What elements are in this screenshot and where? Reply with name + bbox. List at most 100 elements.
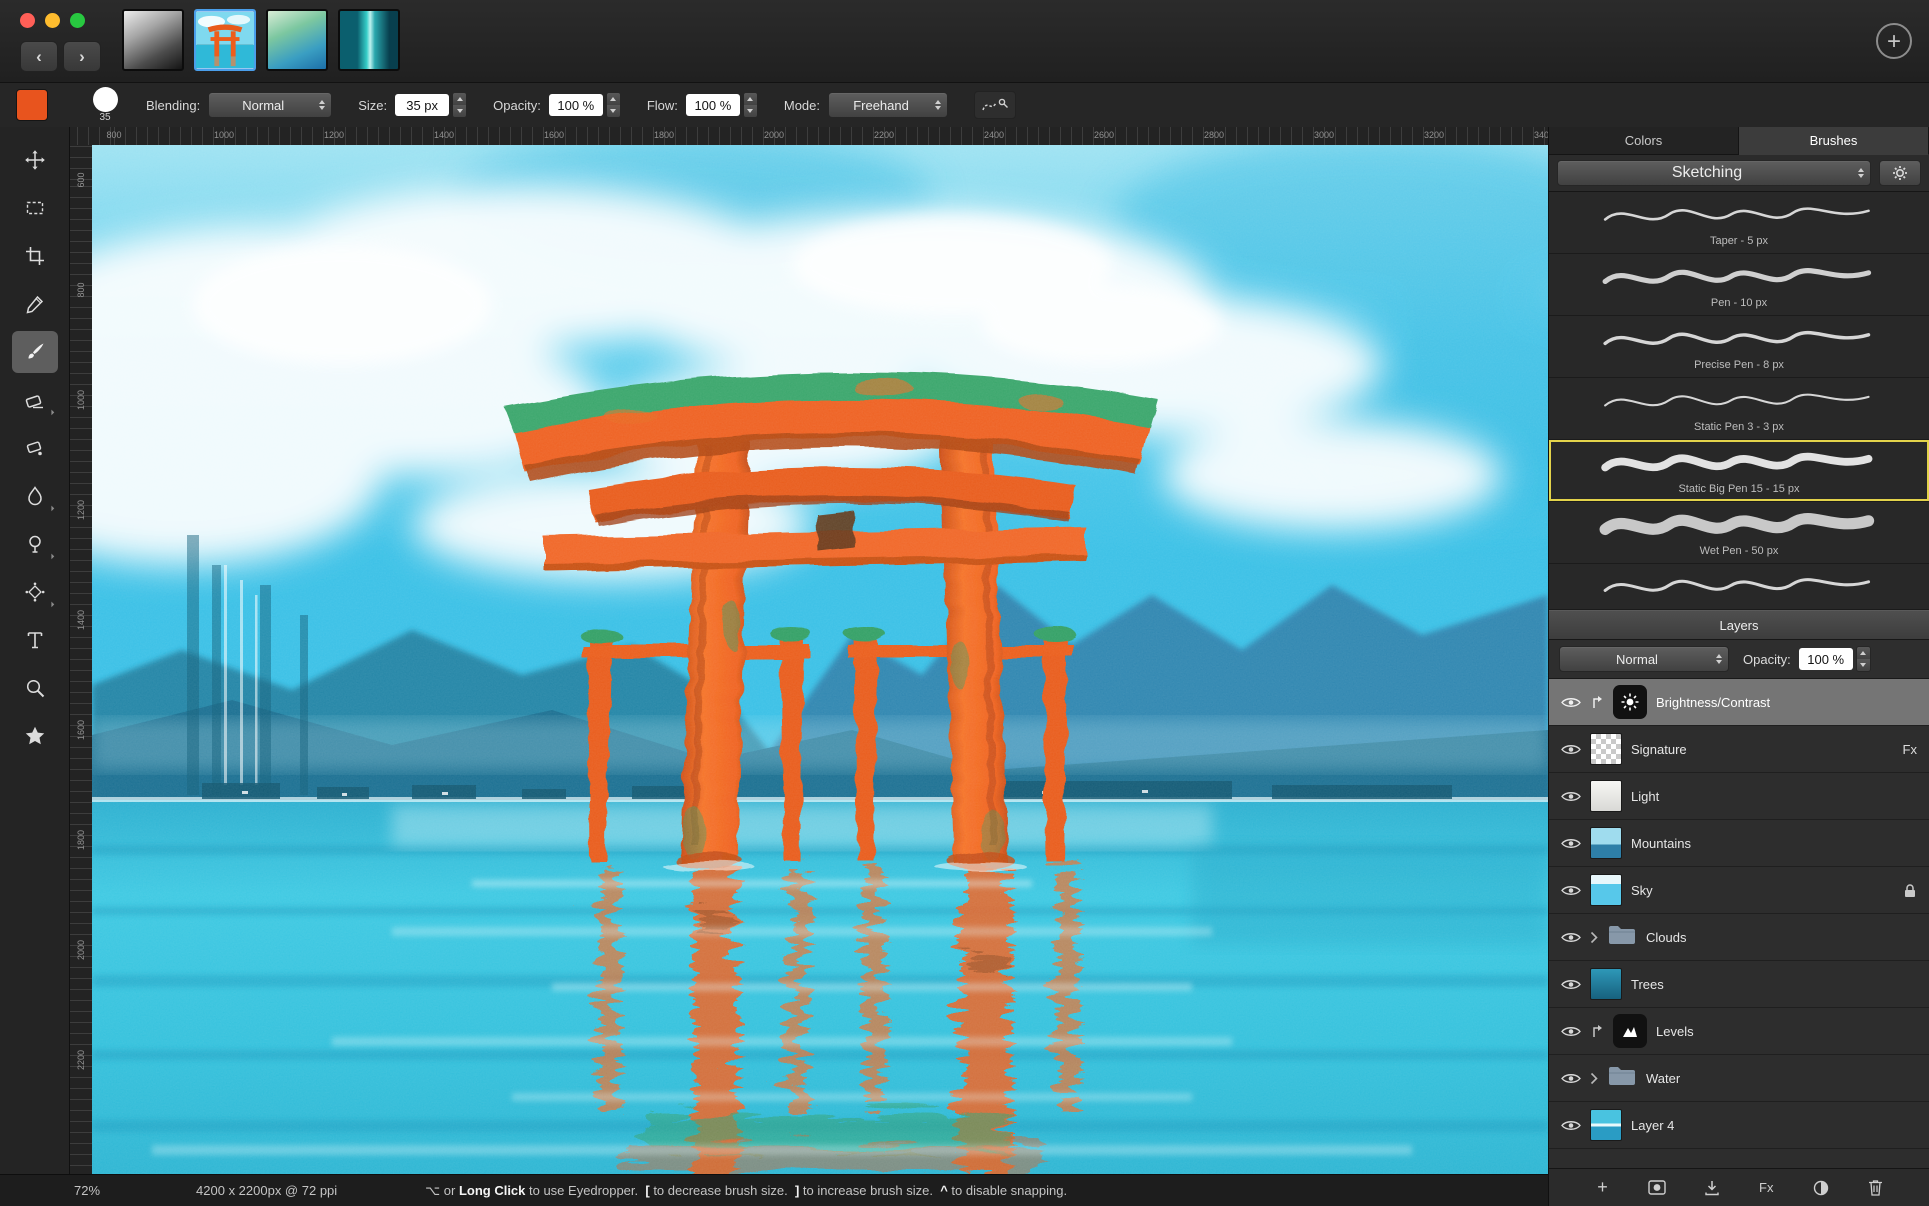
delete-layer-button[interactable] bbox=[1860, 1175, 1890, 1201]
layer-effects-button[interactable]: Fx bbox=[1751, 1175, 1781, 1201]
flow-input[interactable]: 100 % bbox=[686, 94, 740, 116]
layer-thumbnail[interactable] bbox=[1590, 968, 1622, 1000]
brush-row-precise-pen[interactable]: Precise Pen - 8 px bbox=[1549, 316, 1929, 378]
tab-brushes[interactable]: Brushes bbox=[1739, 127, 1929, 155]
layer-row-sky[interactable]: Sky bbox=[1549, 867, 1929, 914]
layer-row-layer-4[interactable]: Layer 4 bbox=[1549, 1102, 1929, 1149]
paint-brush-tool[interactable] bbox=[12, 331, 58, 373]
layer-row-water-group[interactable]: Water bbox=[1549, 1055, 1929, 1102]
document-thumbnail-torii-selected[interactable] bbox=[194, 9, 256, 71]
layer-row-trees[interactable]: Trees bbox=[1549, 961, 1929, 1008]
merge-down-button[interactable] bbox=[1697, 1175, 1727, 1201]
brush-stroke-preview bbox=[1579, 568, 1899, 606]
visibility-eye-icon[interactable] bbox=[1561, 978, 1581, 991]
tab-colors[interactable]: Colors bbox=[1549, 127, 1739, 155]
layer-row-clouds-group[interactable]: Clouds bbox=[1549, 914, 1929, 961]
layer-row-brightness-contrast[interactable]: Brightness/Contrast bbox=[1549, 679, 1929, 726]
ruler-tick-label: 2000 bbox=[764, 130, 784, 140]
pencil-tool[interactable] bbox=[12, 283, 58, 325]
brush-stroke-preview bbox=[1579, 445, 1899, 483]
opacity-stepper[interactable] bbox=[606, 92, 621, 118]
layer-row-signature[interactable]: Signature Fx bbox=[1549, 726, 1929, 773]
visibility-eye-icon[interactable] bbox=[1561, 1119, 1581, 1132]
brush-row-wet-pen[interactable]: Wet Pen - 50 px bbox=[1549, 502, 1929, 564]
layer-thumbnail[interactable] bbox=[1590, 1109, 1622, 1141]
blending-dropdown[interactable]: Normal bbox=[208, 92, 332, 118]
visibility-eye-icon[interactable] bbox=[1561, 884, 1581, 897]
zoom-tool[interactable] bbox=[12, 667, 58, 709]
add-mask-button[interactable] bbox=[1642, 1175, 1672, 1201]
dodge-tool[interactable] bbox=[12, 523, 58, 565]
visibility-eye-icon[interactable] bbox=[1561, 931, 1581, 944]
levels-adjustment-thumbnail[interactable] bbox=[1613, 1014, 1647, 1048]
new-document-button[interactable]: + bbox=[1876, 23, 1912, 59]
crop-tool[interactable] bbox=[12, 235, 58, 277]
size-stepper[interactable] bbox=[452, 92, 467, 118]
visibility-eye-icon[interactable] bbox=[1561, 1025, 1581, 1038]
folder-icon[interactable] bbox=[1607, 1064, 1637, 1092]
mode-dropdown[interactable]: Freehand bbox=[828, 92, 948, 118]
size-input[interactable]: 35 px bbox=[395, 94, 449, 116]
layer-thumbnail[interactable] bbox=[1590, 874, 1622, 906]
visibility-eye-icon[interactable] bbox=[1561, 837, 1581, 850]
add-layer-button[interactable]: + bbox=[1588, 1175, 1618, 1201]
layer-thumbnail[interactable] bbox=[1590, 733, 1622, 765]
text-tool[interactable] bbox=[12, 619, 58, 661]
canvas-viewport[interactable] bbox=[92, 145, 1548, 1175]
visibility-eye-icon[interactable] bbox=[1561, 790, 1581, 803]
zoom-icon bbox=[24, 677, 46, 699]
minimize-window-button[interactable] bbox=[45, 13, 60, 28]
document-thumbnail-grayscale[interactable] bbox=[122, 9, 184, 71]
brush-row-static-big-pen-15-selected[interactable]: Static Big Pen 15 - 15 px bbox=[1549, 440, 1929, 502]
move-tool[interactable] bbox=[12, 139, 58, 181]
pencil-icon bbox=[24, 293, 46, 315]
document-thumbnail-waterfall[interactable] bbox=[338, 9, 400, 71]
mesh-warp-tool[interactable] bbox=[12, 571, 58, 613]
visibility-eye-icon[interactable] bbox=[1561, 696, 1581, 709]
brush-category-row: Sketching bbox=[1549, 155, 1929, 192]
visibility-eye-icon[interactable] bbox=[1561, 743, 1581, 756]
background-eraser-tool[interactable] bbox=[12, 427, 58, 469]
layer-thumbnail[interactable] bbox=[1590, 827, 1622, 859]
brush-row-partial[interactable] bbox=[1549, 564, 1929, 610]
brightness-adjustment-thumbnail[interactable] bbox=[1613, 685, 1647, 719]
visibility-eye-icon[interactable] bbox=[1561, 1072, 1581, 1085]
flow-stepper[interactable] bbox=[743, 92, 758, 118]
layer-thumbnail[interactable] bbox=[1590, 780, 1622, 812]
document-thumbnail-coast[interactable] bbox=[266, 9, 328, 71]
disclosure-chevron-icon[interactable] bbox=[1590, 1072, 1598, 1085]
document-info: 4200 x 2200px @ 72 ppi bbox=[196, 1183, 337, 1198]
layer-blend-mode-dropdown[interactable]: Normal bbox=[1559, 646, 1729, 672]
opacity-input[interactable]: 100 % bbox=[549, 94, 603, 116]
brush-row-taper[interactable]: Taper - 5 px bbox=[1549, 192, 1929, 254]
forward-button[interactable]: › bbox=[63, 41, 101, 72]
folder-icon[interactable] bbox=[1607, 923, 1637, 951]
flow-label: Flow: bbox=[647, 98, 678, 113]
favorites-tool[interactable] bbox=[12, 715, 58, 757]
disclosure-chevron-icon[interactable] bbox=[1590, 931, 1598, 944]
brush-row-pen[interactable]: Pen - 10 px bbox=[1549, 254, 1929, 316]
zoom-level[interactable]: 72% bbox=[74, 1183, 100, 1198]
brush-category-dropdown[interactable]: Sketching bbox=[1557, 160, 1871, 186]
smudge-tool[interactable] bbox=[12, 475, 58, 517]
back-button[interactable]: ‹ bbox=[20, 41, 58, 72]
stabilizer-button[interactable] bbox=[974, 91, 1016, 119]
chevron-updown-icon bbox=[1716, 654, 1722, 664]
close-window-button[interactable] bbox=[20, 13, 35, 28]
brush-category-value: Sketching bbox=[1558, 164, 1856, 182]
layer-opacity-input[interactable]: 100 % bbox=[1799, 648, 1853, 670]
brush-name: Wet Pen - 50 px bbox=[1700, 545, 1779, 558]
layer-row-mountains[interactable]: Mountains bbox=[1549, 820, 1929, 867]
marquee-select-tool[interactable] bbox=[12, 187, 58, 229]
active-color-swatch[interactable] bbox=[16, 89, 48, 121]
lock-icon[interactable] bbox=[1903, 883, 1917, 898]
brush-row-static-pen-3[interactable]: Static Pen 3 - 3 px bbox=[1549, 378, 1929, 440]
zoom-window-button[interactable] bbox=[70, 13, 85, 28]
adjustment-button[interactable] bbox=[1806, 1175, 1836, 1201]
layer-row-levels[interactable]: Levels bbox=[1549, 1008, 1929, 1055]
eraser-tool[interactable] bbox=[12, 379, 58, 421]
brush-settings-button[interactable] bbox=[1879, 160, 1921, 186]
layer-opacity-stepper[interactable] bbox=[1856, 646, 1871, 672]
ruler-tick-label: 2800 bbox=[1204, 130, 1224, 140]
layer-row-light[interactable]: Light bbox=[1549, 773, 1929, 820]
